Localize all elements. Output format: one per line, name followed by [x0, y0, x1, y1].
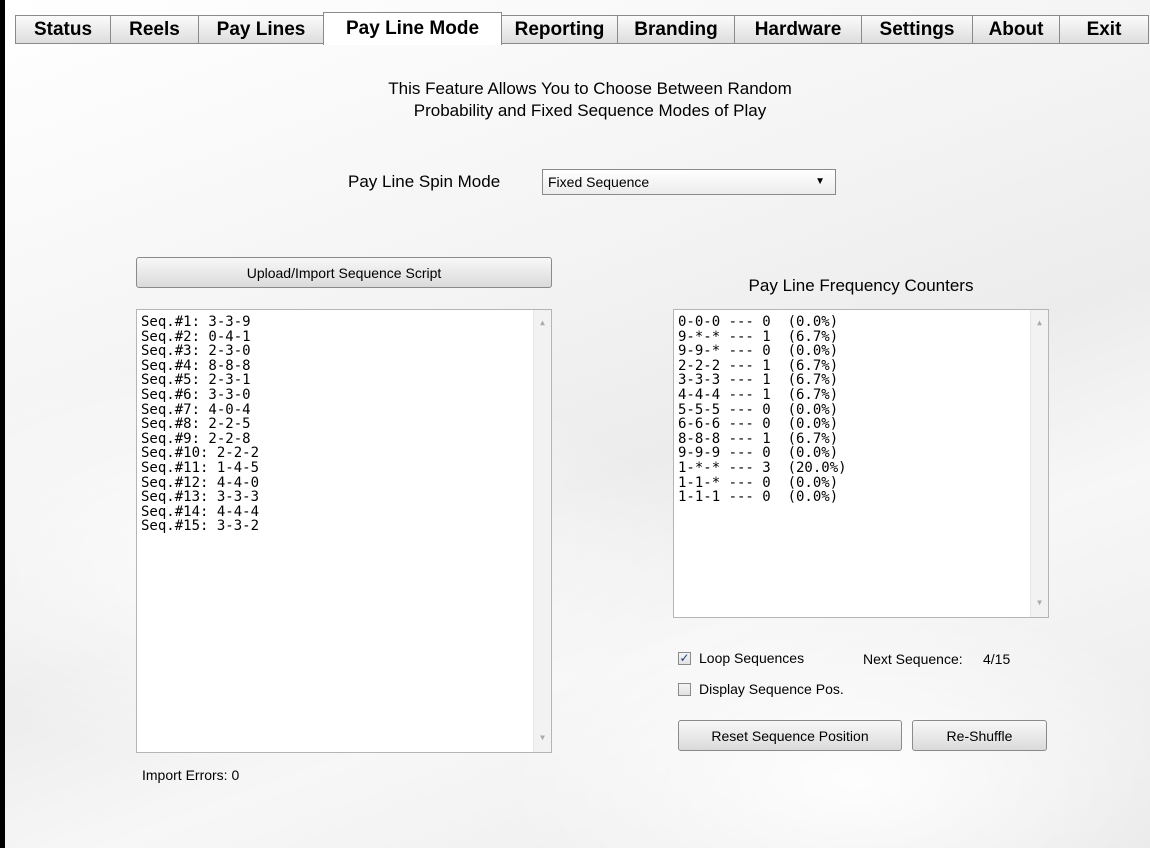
tab-settings[interactable]: Settings [861, 15, 973, 44]
tab-bar: Status Reels Pay Lines Pay Line Mode Rep… [15, 12, 1149, 45]
tab-reels[interactable]: Reels [110, 15, 199, 44]
sequence-list-item[interactable]: Seq.#5: 2-3-1 [141, 373, 259, 388]
frequency-title: Pay Line Frequency Counters [748, 276, 974, 295]
loop-sequences-checkbox[interactable]: ✓ Loop Sequences [678, 650, 804, 666]
sequence-list-item[interactable]: Seq.#13: 3-3-3 [141, 490, 259, 505]
sequence-list-item[interactable]: Seq.#15: 3-3-2 [141, 519, 259, 534]
sequence-list-item[interactable]: Seq.#12: 4-4-0 [141, 475, 259, 491]
tab-hardware[interactable]: Hardware [734, 15, 862, 44]
next-sequence-value: 4/15 [983, 651, 1011, 667]
display-sequence-pos-checkbox[interactable]: Display Sequence Pos. [678, 681, 844, 697]
tab-pay-lines[interactable]: Pay Lines [198, 15, 324, 44]
frequency-list-item[interactable]: 9-*-* --- 1 (6.7%) [678, 329, 847, 345]
loop-sequences-label: Loop Sequences [699, 650, 805, 666]
frequency-list-item[interactable]: 4-4-4 --- 1 (6.7%) [678, 388, 847, 403]
sequence-list-item[interactable]: Seq.#2: 0-4-1 [141, 329, 259, 345]
intro-text: This Feature Allows You to Choose Betwee… [255, 78, 925, 122]
tab-about[interactable]: About [972, 15, 1060, 44]
scroll-up-icon[interactable]: ▲ [1031, 316, 1048, 331]
spin-mode-selected-value: Fixed Sequence [548, 174, 650, 190]
frequency-listbox[interactable]: 0-0-0 --- 0 (0.0%) 9-*-* --- 1 (6.7%) 9-9-… [673, 309, 1049, 618]
tab-pay-line-mode[interactable]: Pay Line Mode [323, 12, 502, 45]
display-sequence-pos-label: Display Sequence Pos. [699, 681, 844, 697]
sequence-scrollbar[interactable]: ▲ ▼ [533, 310, 551, 752]
upload-import-button[interactable]: Upload/Import Sequence Script [136, 257, 552, 288]
scroll-up-icon[interactable]: ▲ [534, 316, 551, 331]
import-errors-text: Import Errors: 0 [142, 767, 240, 783]
frequency-list-item[interactable]: 1-1-1 --- 0 (0.0%) [678, 490, 847, 505]
sequence-list-item[interactable]: Seq.#10: 2-2-2 [141, 446, 259, 461]
frequency-list-item[interactable]: 6-6-6 --- 0 (0.0%) [678, 417, 847, 432]
scroll-down-icon[interactable]: ▼ [1031, 596, 1048, 611]
sequence-list-item[interactable]: Seq.#1: 3-3-9 [141, 315, 259, 330]
spin-mode-select[interactable]: Fixed Sequence ▼ [542, 169, 836, 195]
sequence-list-item[interactable]: Seq.#6: 3-3-0 [141, 388, 259, 403]
sequence-list-item[interactable]: Seq.#8: 2-2-5 [141, 417, 259, 432]
spin-mode-label: Pay Line Spin Mode [348, 172, 501, 191]
sequence-list: Seq.#1: 3-3-9 Seq.#2: 0-4-1 Seq.#3: 2-3-0 S… [141, 315, 259, 534]
tab-reporting[interactable]: Reporting [501, 15, 618, 44]
reshuffle-button[interactable]: Re-Shuffle [912, 720, 1047, 751]
frequency-list-item[interactable]: 3-3-3 --- 1 (6.7%) [678, 373, 847, 388]
intro-line-1: This Feature Allows You to Choose Betwee… [388, 79, 792, 98]
frequency-list-item[interactable]: 9-9-9 --- 0 (0.0%) [678, 446, 847, 461]
frequency-list-item[interactable]: 2-2-2 --- 1 (6.7%) [678, 359, 847, 374]
intro-line-2: Probability and Fixed Sequence Modes of … [413, 101, 767, 120]
sequence-listbox[interactable]: Seq.#1: 3-3-9 Seq.#2: 0-4-1 Seq.#3: 2-3-0 S… [136, 309, 552, 753]
frequency-list-item[interactable]: 1-1-* --- 0 (0.0%) [678, 475, 847, 491]
tab-branding[interactable]: Branding [617, 15, 735, 44]
frequency-list-item[interactable]: 9-9-* --- 0 (0.0%) [678, 344, 847, 359]
frequency-list-item[interactable]: 1-*-* --- 3 (20.0%) [678, 461, 847, 476]
sequence-list-item[interactable]: Seq.#9: 2-2-8 [141, 432, 259, 447]
scroll-down-icon[interactable]: ▼ [534, 731, 551, 746]
chevron-down-icon: ▼ [815, 176, 825, 187]
frequency-scrollbar[interactable]: ▲ ▼ [1030, 310, 1048, 617]
frequency-list-item[interactable]: 0-0-0 --- 0 (0.0%) [678, 315, 847, 330]
sequence-list-item[interactable]: Seq.#7: 4-0-4 [141, 402, 259, 418]
sequence-list-item[interactable]: Seq.#3: 2-3-0 [141, 344, 259, 359]
checkbox-icon[interactable] [678, 682, 691, 696]
checkbox-icon[interactable]: ✓ [678, 651, 691, 665]
sequence-list-item[interactable]: Seq.#4: 8-8-8 [141, 359, 259, 374]
main-window: Status Reels Pay Lines Pay Line Mode Rep… [0, 0, 1150, 848]
frequency-list-item[interactable]: 5-5-5 --- 0 (0.0%) [678, 402, 847, 418]
sequence-list-item[interactable]: Seq.#11: 1-4-5 [141, 461, 259, 476]
sequence-list-item[interactable]: Seq.#14: 4-4-4 [141, 505, 259, 520]
frequency-list-item[interactable]: 8-8-8 --- 1 (6.7%) [678, 432, 847, 447]
tab-exit[interactable]: Exit [1059, 15, 1149, 44]
reset-sequence-position-button[interactable]: Reset Sequence Position [678, 720, 902, 751]
frequency-list: 0-0-0 --- 0 (0.0%) 9-*-* --- 1 (6.7%) 9-9-… [678, 315, 847, 505]
tab-status[interactable]: Status [15, 15, 111, 44]
next-sequence-label: Next Sequence: [863, 651, 963, 667]
